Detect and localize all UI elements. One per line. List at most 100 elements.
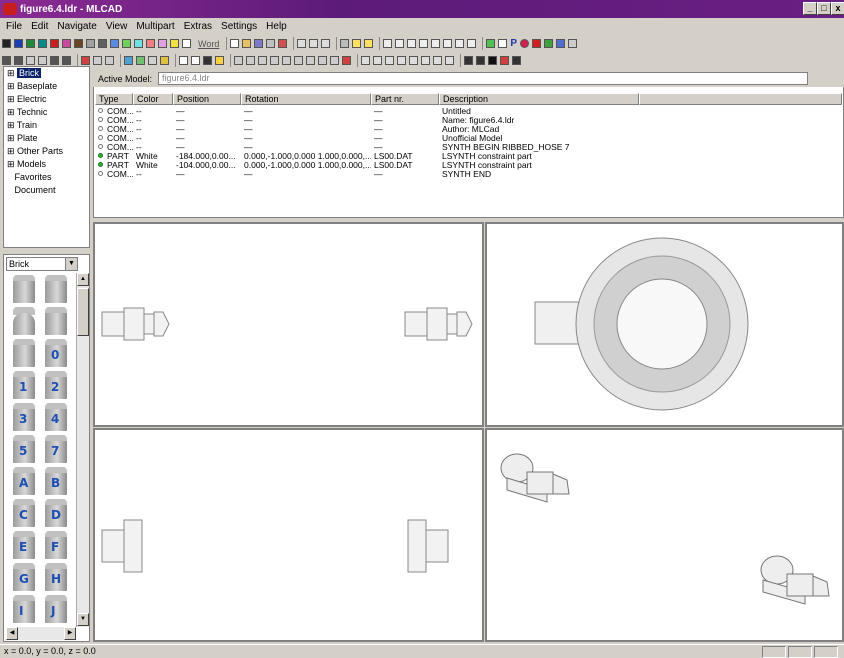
palette-category-select[interactable]: Brick ▼	[6, 257, 78, 271]
brick-item[interactable]: F	[42, 531, 70, 559]
tree-item-models[interactable]: ⊞ Models	[4, 158, 89, 171]
minimize-button[interactable]: _	[803, 2, 817, 15]
scroll-thumb[interactable]	[77, 288, 89, 336]
menu-view[interactable]: View	[106, 21, 128, 32]
quad-icon[interactable]	[488, 56, 497, 65]
viewport-3d[interactable]	[485, 428, 844, 642]
brick-item[interactable]: C	[10, 499, 38, 527]
optional-line-icon[interactable]	[500, 56, 509, 65]
paste-icon[interactable]	[321, 39, 331, 48]
menu-extras[interactable]: Extras	[184, 21, 212, 32]
table-row[interactable]: COM... -- — — — SYNTH BEGIN RIBBED_HOSE 7	[95, 143, 639, 152]
next-step-icon[interactable]	[26, 56, 35, 65]
menu-edit[interactable]: Edit	[31, 21, 48, 32]
rotate-x-icon[interactable]	[443, 39, 453, 48]
delete-icon[interactable]	[532, 39, 542, 48]
color-black-swatch[interactable]	[2, 39, 11, 48]
zoom-step-icon[interactable]	[318, 56, 327, 65]
zoom-all-icon[interactable]	[282, 56, 291, 65]
color-red-swatch[interactable]	[50, 39, 59, 48]
table-row[interactable]: COM... -- — — — SYNTH END	[95, 170, 639, 179]
color-brown-swatch[interactable]	[74, 39, 83, 48]
color-lightgreen-swatch[interactable]	[122, 39, 131, 48]
tree-item-train[interactable]: ⊞ Train	[4, 119, 89, 132]
picture-icon[interactable]	[124, 56, 133, 65]
green-view-icon[interactable]	[486, 39, 496, 48]
viewport-front[interactable]	[93, 222, 484, 427]
tree-item-favorites[interactable]: Favorites	[4, 171, 89, 184]
edit-icon[interactable]	[433, 56, 442, 65]
tree-item-brick[interactable]: ⊞ Brick	[4, 67, 89, 80]
camera-icon[interactable]	[266, 39, 276, 48]
menu-help[interactable]: Help	[266, 21, 287, 32]
brick-item[interactable]: 1	[10, 371, 38, 399]
open-folder-icon[interactable]	[242, 39, 252, 48]
brick-item[interactable]: I	[10, 595, 38, 623]
brick-item[interactable]: 2	[42, 371, 70, 399]
chat-icon[interactable]	[498, 39, 508, 48]
zoom-in-icon[interactable]	[234, 56, 243, 65]
brick-item[interactable]: 3	[10, 403, 38, 431]
tree-item-technic[interactable]: ⊞ Technic	[4, 106, 89, 119]
palette-horizontal-scrollbar[interactable]: ◀ ▶	[6, 627, 76, 640]
prev-step-icon[interactable]	[14, 56, 23, 65]
brick-item[interactable]: 7	[42, 435, 70, 463]
color-darkgray-swatch[interactable]	[98, 39, 107, 48]
zoom-part-icon[interactable]	[306, 56, 315, 65]
col-color[interactable]: Color	[133, 93, 173, 105]
hide-icon[interactable]	[385, 56, 394, 65]
color-gray-swatch[interactable]	[86, 39, 95, 48]
viewport-top[interactable]	[485, 222, 844, 427]
menu-settings[interactable]: Settings	[221, 21, 257, 32]
refresh-icon[interactable]	[342, 56, 351, 65]
rotate-tool-icon[interactable]	[148, 56, 157, 65]
tree-item-electric[interactable]: ⊞ Electric	[4, 93, 89, 106]
brick-item[interactable]: H	[42, 563, 70, 591]
close-button[interactable]: x	[831, 2, 844, 15]
snap-icon[interactable]	[361, 56, 370, 65]
table-row[interactable]: COM... -- — — — Name: figure6.4.ldr	[95, 116, 639, 125]
palette-vertical-scrollbar[interactable]: ▲ ▼	[76, 273, 89, 627]
light-icon[interactable]	[215, 56, 224, 65]
render-icon[interactable]	[556, 39, 566, 48]
table-row[interactable]: PART White -184.000,0.00... 0.000,-1.000,0.…	[95, 152, 639, 161]
first-step-icon[interactable]	[2, 56, 11, 65]
brick-item[interactable]: 5	[10, 435, 38, 463]
grid-icon[interactable]	[544, 39, 554, 48]
move-left-icon[interactable]	[383, 39, 393, 48]
mirror-icon[interactable]	[81, 56, 90, 65]
tree-item-other-parts[interactable]: ⊞ Other Parts	[4, 145, 89, 158]
line-icon[interactable]	[464, 56, 473, 65]
brick-item[interactable]: 4	[42, 403, 70, 431]
color-pink-swatch[interactable]	[146, 39, 155, 48]
last-step-icon[interactable]	[62, 56, 71, 65]
move-down-icon[interactable]	[407, 39, 417, 48]
menu-navigate[interactable]: Navigate	[57, 21, 96, 32]
marker-icon[interactable]	[409, 56, 418, 65]
tree-item-document[interactable]: Document	[4, 184, 89, 197]
zoom-window-icon[interactable]	[270, 56, 279, 65]
tree-item-baseplate[interactable]: ⊞ Baseplate	[4, 80, 89, 93]
table-row[interactable]: PART White -104.000,0.00... 0.000,-1.000,0.…	[95, 161, 639, 170]
col-rotation[interactable]: Rotation	[241, 93, 371, 105]
new-file-icon[interactable]	[230, 39, 240, 48]
tree-item-plate[interactable]: ⊞ Plate	[4, 132, 89, 145]
brick-item[interactable]: D	[42, 499, 70, 527]
rotate-z-icon[interactable]	[467, 39, 477, 48]
color-teal-swatch[interactable]	[38, 39, 47, 48]
brick-item[interactable]	[10, 339, 38, 367]
brick-item[interactable]	[10, 275, 38, 303]
context-help-icon[interactable]	[364, 39, 374, 48]
move-diag-icon[interactable]	[419, 39, 429, 48]
show-icon[interactable]	[397, 56, 406, 65]
wizard-icon[interactable]	[136, 56, 145, 65]
save-icon[interactable]	[254, 39, 264, 48]
table-row[interactable]: COM... -- — — — Author: MLCad	[95, 125, 639, 134]
pin-icon[interactable]	[421, 56, 430, 65]
col-part-nr[interactable]: Part nr.	[371, 93, 439, 105]
scroll-down-icon[interactable]: ▼	[77, 613, 89, 626]
r-icon[interactable]	[520, 39, 530, 48]
active-model-select[interactable]: figure6.4.ldr	[158, 72, 809, 85]
menu-file[interactable]: File	[6, 21, 22, 32]
color-magenta-swatch[interactable]	[62, 39, 71, 48]
